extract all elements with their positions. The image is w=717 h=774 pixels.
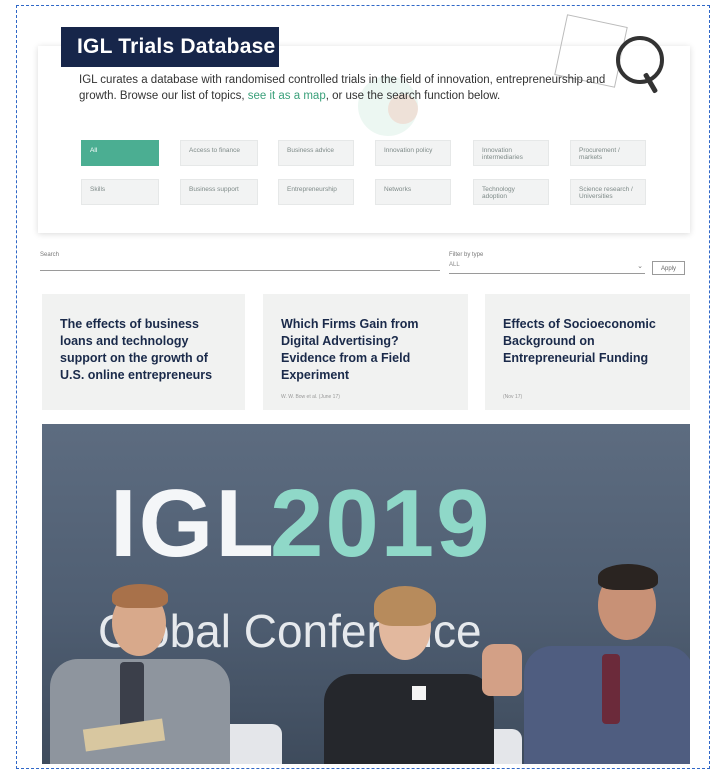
- topic-button[interactable]: Business advice: [278, 140, 354, 166]
- topic-button[interactable]: Innovation policy: [375, 140, 451, 166]
- panelist-hair: [112, 584, 168, 608]
- paper-card[interactable]: Which Firms Gain from Digital Advertisin…: [263, 294, 468, 410]
- panelist-hair: [374, 586, 436, 626]
- gesturing-hand: [482, 644, 522, 696]
- paper-meta: W. W. Bow et al. (June 17): [281, 394, 340, 400]
- filter-label: Filter by type: [449, 252, 484, 258]
- name-badge: [412, 686, 426, 700]
- database-description: IGL curates a database with randomised c…: [79, 72, 639, 104]
- filter-type-select[interactable]: ALL ⌄: [449, 262, 645, 274]
- topic-button[interactable]: Procurement / markets: [570, 140, 646, 166]
- topic-button[interactable]: Networks: [375, 179, 451, 205]
- topic-button[interactable]: Entrepreneurship: [278, 179, 354, 205]
- paper-title[interactable]: Effects of Socioeconomic Background on E…: [503, 316, 688, 367]
- search-label: Search: [40, 252, 60, 258]
- database-title: IGL Trials Database: [61, 27, 279, 67]
- topic-button[interactable]: Innovation intermediaries: [473, 140, 549, 166]
- paper-card[interactable]: The effects of business loans and techno…: [42, 294, 245, 410]
- paper-card[interactable]: Effects of Socioeconomic Background on E…: [485, 294, 690, 410]
- description-text-end: , or use the search function below.: [325, 90, 501, 102]
- photo-backdrop-igl: IGL: [110, 470, 276, 577]
- filter-selected-value: ALL: [449, 262, 460, 268]
- chevron-down-icon: ⌄: [637, 263, 643, 270]
- topic-button[interactable]: Business support: [180, 179, 258, 205]
- topic-button-all[interactable]: All: [81, 140, 159, 166]
- paper-title[interactable]: The effects of business loans and techno…: [60, 316, 235, 384]
- conference-photo: IGL 2019 Global Conference: [42, 424, 690, 764]
- paper-meta: (Nov 17): [503, 394, 523, 400]
- topic-button[interactable]: Skills: [81, 179, 159, 205]
- photo-backdrop-year: 2019: [270, 470, 492, 577]
- search-input[interactable]: [40, 270, 440, 271]
- paper-title[interactable]: Which Firms Gain from Digital Advertisin…: [281, 316, 456, 384]
- panelist-tie: [602, 654, 620, 724]
- topic-button[interactable]: Access to finance: [180, 140, 258, 166]
- panelist-hair: [598, 564, 658, 590]
- see-as-map-link[interactable]: see it as a map: [248, 90, 326, 102]
- topic-button[interactable]: Science research / Universities: [570, 179, 646, 205]
- apply-button[interactable]: Apply: [652, 261, 685, 275]
- panelist-body: [324, 674, 494, 764]
- topic-button[interactable]: Technology adoption: [473, 179, 549, 205]
